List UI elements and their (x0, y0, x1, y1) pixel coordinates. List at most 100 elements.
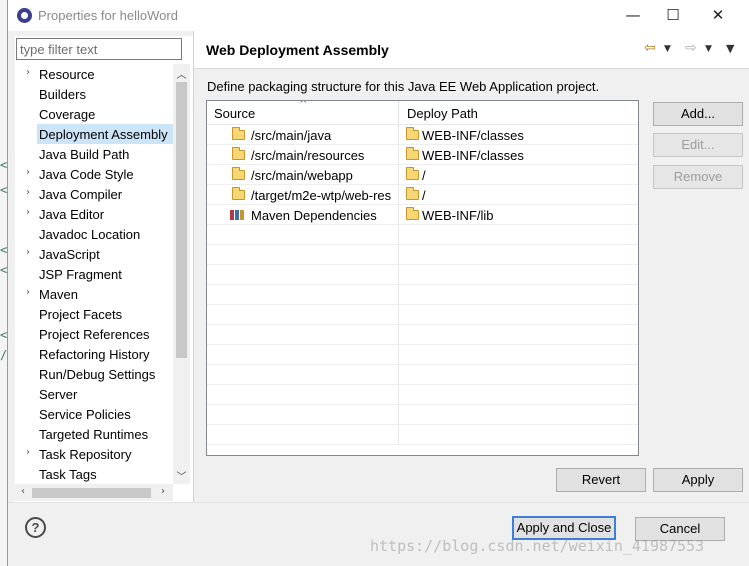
watermark: https://blog.csdn.net/weixin_41987553 (370, 537, 705, 555)
scrollbar-thumb[interactable] (32, 488, 151, 498)
table-row[interactable] (207, 225, 638, 245)
source-cell (207, 245, 399, 265)
table-row[interactable]: Maven Dependencies WEB-INF/lib (207, 205, 638, 225)
remove-button[interactable]: Remove (653, 165, 743, 189)
scrollbar-thumb[interactable] (176, 82, 187, 358)
footer-separator (8, 502, 749, 503)
tree-item[interactable]: › Maven (15, 284, 173, 304)
close-button[interactable]: ✕ (708, 5, 728, 25)
tree-item-label: Run/Debug Settings (39, 367, 156, 382)
chevron-right-icon[interactable]: › (26, 67, 38, 78)
page-description: Define packaging structure for this Java… (207, 79, 600, 94)
tree-item[interactable]: Coverage (15, 104, 173, 124)
tree-item[interactable]: Server (15, 384, 173, 404)
folder-icon (232, 127, 245, 140)
tree-item[interactable]: › Java Compiler (15, 184, 173, 204)
deploy-path-cell: / (400, 185, 638, 205)
source-path-text: /src/main/java (251, 128, 332, 143)
tree-item[interactable]: Java Build Path (15, 144, 173, 164)
source-cell: Maven Dependencies (207, 205, 399, 225)
filter-input[interactable] (16, 38, 182, 60)
view-menu-icon[interactable]: ▼ (726, 42, 734, 55)
table-row[interactable] (207, 285, 638, 305)
back-dropdown-icon[interactable]: ▼ (664, 44, 671, 54)
forward-arrow-icon[interactable]: ⇨ (685, 40, 697, 56)
tree-item[interactable]: › Java Code Style (15, 164, 173, 184)
deploy-path-cell (400, 325, 638, 345)
table-row[interactable] (207, 345, 638, 365)
help-icon[interactable]: ? (25, 517, 46, 538)
table-row[interactable]: /src/main/resources WEB-INF/classes (207, 145, 638, 165)
tree-item[interactable]: Refactoring History (15, 344, 173, 364)
table-row[interactable]: /src/main/webapp / (207, 165, 638, 185)
table-row[interactable] (207, 405, 638, 425)
table-row[interactable] (207, 385, 638, 405)
tree-item[interactable]: Builders (15, 84, 173, 104)
folder-icon (406, 127, 419, 140)
tree-item-label: Java Code Style (39, 167, 134, 182)
tree-item[interactable]: JSP Fragment (15, 264, 173, 284)
tree-item[interactable]: Project Facets (15, 304, 173, 324)
tree-item-label: Javadoc Location (39, 227, 141, 242)
folder-icon (406, 147, 419, 160)
tree-vertical-scrollbar[interactable]: ︿ ﹀ (173, 64, 190, 484)
tree-item-label: Builders (39, 87, 86, 102)
deploy-path-text: WEB-INF/classes (422, 148, 524, 163)
deploy-path-cell (400, 305, 638, 325)
table-row[interactable]: /src/main/java WEB-INF/classes (207, 125, 638, 145)
tree-item[interactable]: Deployment Assembly (37, 124, 173, 144)
folder-icon (406, 167, 419, 180)
table-row[interactable] (207, 425, 638, 445)
tree-item[interactable]: › Task Repository (15, 444, 173, 464)
tree-item[interactable]: Project References (15, 324, 173, 344)
forward-dropdown-icon[interactable]: ▼ (705, 44, 712, 54)
apply-button[interactable]: Apply (653, 468, 743, 492)
tree-item[interactable]: Service Policies (15, 404, 173, 424)
source-cell (207, 285, 399, 305)
chevron-right-icon[interactable]: › (26, 207, 38, 218)
page-title: Web Deployment Assembly (206, 42, 389, 58)
window-title: Properties for helloWord (38, 8, 178, 23)
source-path-text: /src/main/resources (251, 148, 365, 163)
tree-item-label: Task Repository (39, 447, 132, 462)
chevron-right-icon[interactable]: › (26, 187, 38, 198)
table-row[interactable] (207, 325, 638, 345)
tree-item[interactable]: › Java Editor (15, 204, 173, 224)
tree-item-label: Server (39, 387, 78, 402)
scroll-right-icon[interactable]: › (156, 486, 170, 497)
tree-item[interactable]: Javadoc Location (15, 224, 173, 244)
revert-button[interactable]: Revert (556, 468, 646, 492)
tree-item[interactable]: › JavaScript (15, 244, 173, 264)
edit-button[interactable]: Edit... (653, 133, 743, 157)
chevron-right-icon[interactable]: › (26, 247, 38, 258)
table-row[interactable]: /target/m2e-wtp/web-res / (207, 185, 638, 205)
deploy-path-cell: / (400, 165, 638, 185)
column-header-source[interactable]: Source ^ (207, 101, 399, 125)
deploy-path-cell (400, 225, 638, 245)
tree-item[interactable]: Task Tags (15, 464, 173, 484)
add-button[interactable]: Add... (653, 102, 743, 126)
back-arrow-icon[interactable]: ⇦ (644, 40, 656, 56)
chevron-right-icon[interactable]: › (26, 287, 38, 298)
tree-horizontal-scrollbar[interactable]: ‹ › (15, 484, 173, 501)
scroll-left-icon[interactable]: ‹ (16, 486, 30, 497)
tree-item[interactable]: › Resource (15, 64, 173, 84)
scroll-down-icon[interactable]: ﹀ (173, 468, 190, 483)
source-cell (207, 365, 399, 385)
table-row[interactable] (207, 265, 638, 285)
chevron-right-icon[interactable]: › (26, 447, 38, 458)
table-row[interactable] (207, 305, 638, 325)
scroll-up-icon[interactable]: ︿ (173, 66, 190, 81)
folder-icon (406, 187, 419, 200)
deploy-path-text: / (422, 188, 426, 203)
tree-item[interactable]: Targeted Runtimes (15, 424, 173, 444)
chevron-right-icon[interactable]: › (26, 167, 38, 178)
tree-item[interactable]: Run/Debug Settings (15, 364, 173, 384)
minimize-button[interactable]: — (623, 5, 643, 25)
table-row[interactable] (207, 365, 638, 385)
source-cell: /src/main/resources (207, 145, 399, 165)
column-header-deploy-path[interactable]: Deploy Path (400, 101, 638, 125)
column-label: Source (214, 106, 256, 121)
maximize-button[interactable]: ☐ (663, 5, 683, 25)
table-row[interactable] (207, 245, 638, 265)
